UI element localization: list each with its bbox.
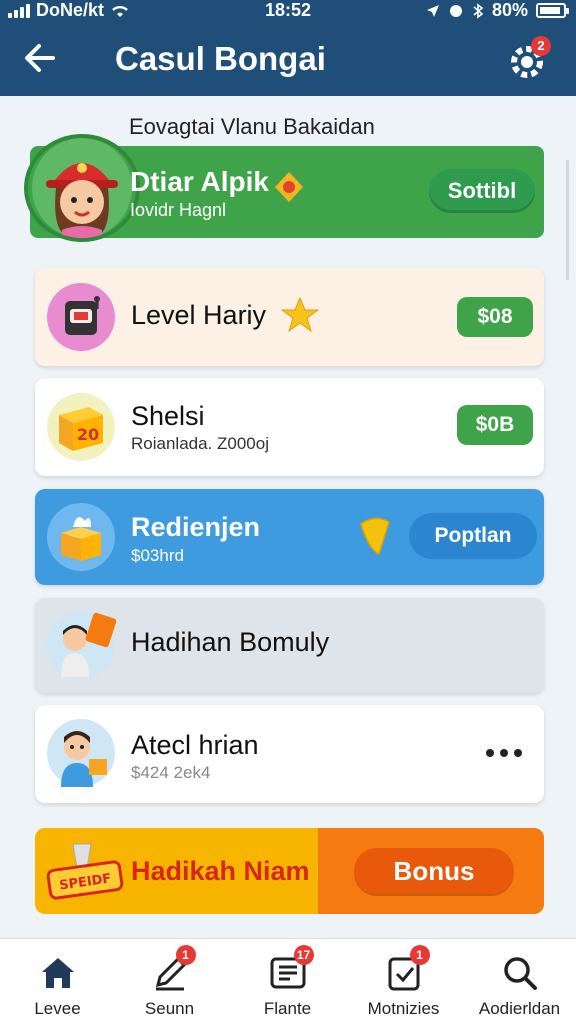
level-icon (47, 283, 115, 351)
clock: 18:52 (265, 0, 312, 20)
nav-label-motnizies: Motnizies (367, 999, 440, 1018)
scrollbar[interactable] (566, 160, 569, 280)
atecl-icon (47, 719, 115, 787)
more-dots-icon (486, 749, 522, 757)
battery-icon (536, 3, 569, 18)
hero-action-button[interactable]: Sottibl (429, 169, 535, 213)
speed-badge-icon: SPEIDF (46, 843, 124, 900)
avatar (24, 134, 140, 242)
boy-gift-icon (61, 731, 107, 787)
gem-icon (275, 172, 303, 202)
nav-label-flante: Flante (263, 999, 312, 1018)
box-20-icon: 20 (59, 407, 103, 451)
shelsi-value-button[interactable]: $0B (457, 405, 533, 445)
bonus-title: Hadikah Niam (131, 856, 310, 886)
bluetooth-icon (473, 2, 484, 19)
hadihan-icon (47, 611, 117, 679)
settings-badge: 2 (531, 36, 551, 56)
status-bar: DoNe/kt 18:52 80% (0, 0, 576, 22)
bottom-navigation: Levee 1 Seunn 17 Flante 1 Motnizies Aodi… (0, 938, 576, 1024)
nav-label-seunn: Seunn (144, 999, 195, 1018)
boy-ticket-icon (61, 612, 117, 677)
hadihan-title: Hadihan Bomuly (131, 627, 330, 657)
nav-badge-flante: 17 (293, 945, 314, 965)
search-icon (503, 957, 537, 990)
nav-label-aodierldan: Aodierldan (478, 999, 561, 1018)
location-icon (426, 4, 439, 17)
gold-gem-icon (360, 517, 390, 555)
shelsi-title: Shelsi (131, 401, 205, 431)
nav-item-flante[interactable]: 17 Flante (230, 945, 345, 1019)
nav-item-seunn[interactable]: 1 Seunn (112, 945, 227, 1019)
page-title: Casul Bongai (115, 40, 326, 77)
list-item-shelsi[interactable]: 20 Shelsi Roianlada. Z000oj $0B (35, 378, 544, 476)
more-options-button[interactable] (481, 741, 527, 765)
shelsi-subtitle: Roianlada. Z000oj (131, 434, 269, 453)
shelsi-icon: 20 (47, 393, 115, 461)
signal-icon (8, 3, 30, 18)
bonus-banner[interactable]: SPEIDF Hadikah Niam Bonus (35, 828, 544, 914)
slot-machine-icon (65, 296, 100, 335)
nav-badge-seunn: 1 (175, 945, 196, 965)
nav-label-levee: Levee (34, 999, 81, 1018)
hero-subtitle: Iovidr Hagnl (130, 200, 227, 220)
redienjen-title: Redienjen (131, 512, 261, 542)
nav-item-levee[interactable]: Levee (0, 947, 115, 1019)
redienjen-action-button[interactable]: Poptlan (409, 513, 537, 559)
nav-item-motnizies[interactable]: 1 Motnizies (346, 945, 461, 1019)
bonus-button[interactable]: Bonus (354, 848, 514, 894)
wifi-icon (112, 5, 128, 17)
atecl-subtitle: $424 2ek4 (131, 763, 211, 782)
alarm-icon (449, 4, 462, 17)
level-title: Level Hariy (131, 300, 267, 330)
hero-title: Dtiar Alpik (130, 166, 269, 197)
nav-badge-motnizies: 1 (409, 945, 430, 965)
gift-box-icon (61, 517, 101, 561)
redienjen-icon (47, 503, 115, 571)
back-button[interactable] (20, 38, 60, 78)
nav-item-aodierldan[interactable]: Aodierldan (462, 947, 576, 1019)
svg-text:20: 20 (77, 425, 99, 444)
home-icon (41, 958, 74, 988)
battery-percent: 80% (491, 0, 528, 20)
list-item-hadihan[interactable]: Hadihan Bomuly (35, 598, 544, 693)
level-value-button[interactable]: $08 (457, 297, 533, 337)
list-item-atecl[interactable]: Atecl hrian $424 2ek4 (35, 705, 544, 803)
section-label: Eovagtai Vlanu Bakaidan (129, 114, 375, 139)
top-bar: DoNe/kt 18:52 80% Casul Bongai 2 (0, 0, 576, 96)
atecl-title: Atecl hrian (131, 730, 259, 760)
carrier-label: DoNe/kt (36, 0, 105, 20)
star-icon (281, 296, 319, 333)
list-item-redienjen[interactable]: Redienjen $03hrd Poptlan (35, 489, 544, 585)
settings-button[interactable]: 2 (507, 36, 551, 80)
girl-avatar-icon (32, 138, 132, 238)
redienjen-subtitle: $03hrd (131, 546, 184, 565)
list-item-level[interactable]: Level Hariy $08 (35, 268, 544, 366)
arrow-left-icon (25, 44, 55, 72)
